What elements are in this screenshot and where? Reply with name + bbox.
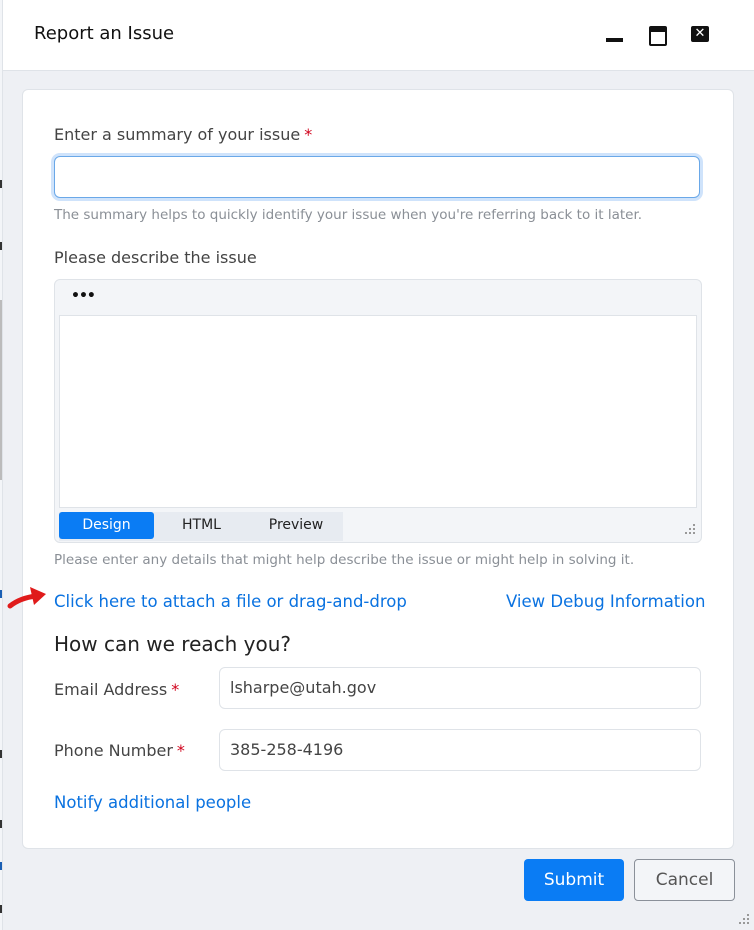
description-textarea[interactable] xyxy=(59,315,697,508)
notify-people-link[interactable]: Notify additional people xyxy=(54,793,251,812)
more-options-icon[interactable]: ••• xyxy=(71,288,96,304)
phone-field[interactable]: 385-258-4196 xyxy=(219,729,701,771)
close-icon[interactable]: ✕ xyxy=(691,24,711,44)
required-mark: * xyxy=(171,680,180,699)
cancel-button[interactable]: Cancel xyxy=(634,859,735,901)
phone-label: Phone Number * xyxy=(54,741,185,760)
close-glyph: ✕ xyxy=(691,26,709,42)
summary-label-text: Enter a summary of your issue xyxy=(54,125,301,144)
email-label-text: Email Address xyxy=(54,680,168,699)
contact-heading: How can we reach you? xyxy=(54,632,292,656)
submit-button[interactable]: Submit xyxy=(524,859,624,901)
attach-file-link[interactable]: Click here to attach a file or drag-and-… xyxy=(54,592,407,611)
email-field[interactable]: lsharpe@utah.gov xyxy=(219,667,701,709)
summary-help: The summary helps to quickly identify yo… xyxy=(54,207,643,223)
summary-label: Enter a summary of your issue * xyxy=(54,125,312,144)
dialog-title: Report an Issue xyxy=(34,23,175,44)
required-mark: * xyxy=(176,741,185,760)
dialog-resize-handle[interactable] xyxy=(739,914,751,926)
required-mark: * xyxy=(304,125,313,144)
description-label: Please describe the issue xyxy=(54,248,257,267)
minimize-icon[interactable] xyxy=(605,24,625,44)
dialog-titlebar[interactable]: Report an Issue ✕ xyxy=(3,0,754,71)
editor-resize-handle[interactable] xyxy=(685,524,697,536)
view-debug-link[interactable]: View Debug Information xyxy=(506,592,705,611)
report-issue-dialog: Report an Issue ✕ Enter a summary of you… xyxy=(2,0,754,930)
summary-input[interactable] xyxy=(54,156,700,198)
annotation-arrow-icon xyxy=(7,587,46,609)
description-help: Please enter any details that might help… xyxy=(54,552,635,568)
tab-preview[interactable]: Preview xyxy=(249,512,343,539)
form-card: Enter a summary of your issue * The summa… xyxy=(22,89,734,849)
editor-mode-tabs: Design HTML Preview xyxy=(59,512,343,541)
tab-design[interactable]: Design xyxy=(59,512,154,539)
description-editor: ••• Design HTML Preview xyxy=(54,279,702,543)
maximize-icon[interactable] xyxy=(648,24,668,46)
tab-html[interactable]: HTML xyxy=(154,512,249,539)
phone-label-text: Phone Number xyxy=(54,741,173,760)
email-label: Email Address * xyxy=(54,680,179,699)
